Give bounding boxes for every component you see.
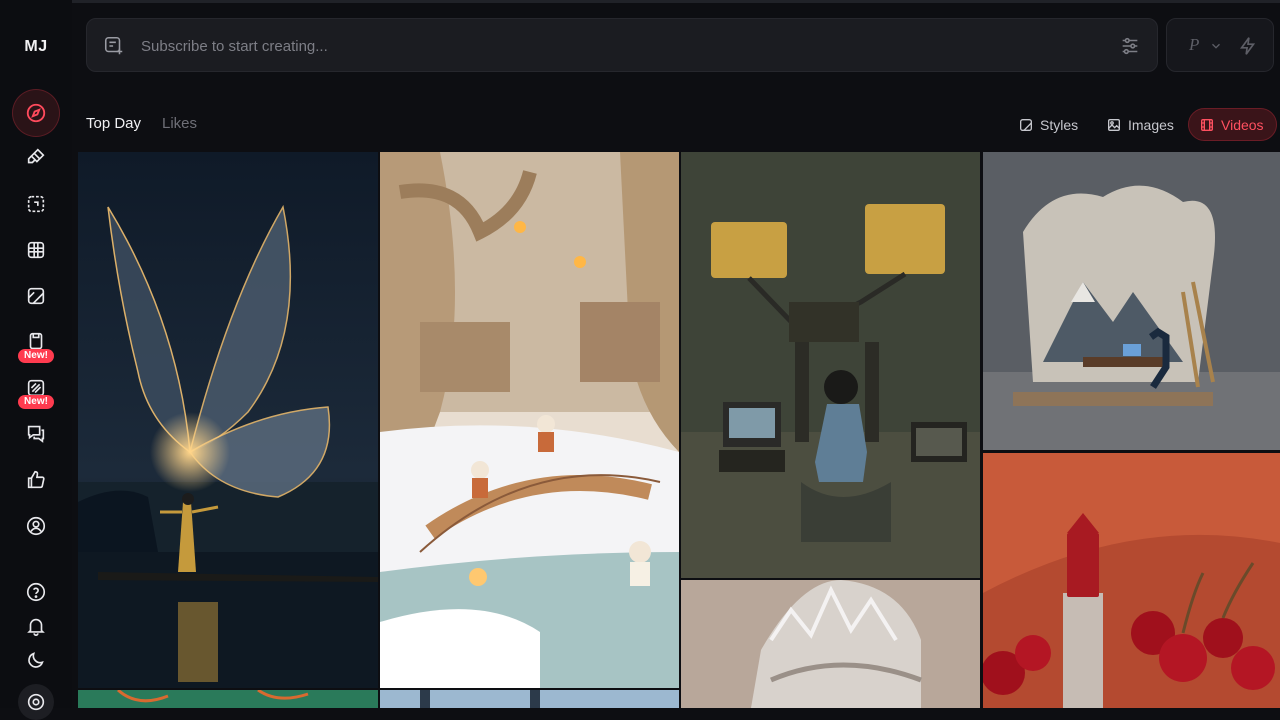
filter-styles-label: Styles	[1040, 116, 1079, 133]
help-icon	[26, 582, 46, 602]
sidebar: MJ New! New!	[0, 0, 72, 720]
mode-selector[interactable]: P	[1166, 18, 1274, 72]
gallery-item-butterfly[interactable]	[78, 152, 378, 688]
chevron-down-icon	[1212, 43, 1220, 49]
sidebar-item-theme[interactable]	[12, 640, 60, 680]
gallery-item-crown[interactable]	[681, 580, 980, 708]
snow-village-image	[380, 152, 679, 688]
image-icon	[1108, 118, 1120, 131]
film-icon	[1201, 118, 1213, 131]
new-badge: New!	[18, 349, 54, 363]
sidebar-item-settings[interactable]	[18, 684, 54, 720]
sidebar-item-profile[interactable]	[12, 506, 60, 546]
sidebar-item-organize[interactable]	[12, 230, 60, 270]
tab-likes[interactable]: Likes	[162, 115, 197, 132]
crown-image	[681, 580, 980, 708]
sliders-icon[interactable]	[1119, 35, 1141, 57]
filter-styles-button[interactable]: Styles	[1008, 108, 1090, 141]
sidebar-item-likes[interactable]	[12, 460, 60, 500]
gallery-item-window[interactable]	[380, 690, 679, 708]
filter-videos-button[interactable]: Videos	[1188, 108, 1277, 141]
tab-top-day[interactable]: Top Day	[86, 115, 141, 132]
bell-icon	[27, 618, 45, 636]
moon-icon	[28, 652, 44, 668]
sidebar-item-edit[interactable]	[12, 184, 60, 224]
sidebar-item-style-creator[interactable]	[12, 276, 60, 316]
gallery-item-cloud-mountain[interactable]	[983, 152, 1280, 450]
lipstick-image	[983, 453, 1280, 708]
add-image-icon[interactable]	[103, 35, 125, 57]
brush-icon	[27, 148, 45, 164]
window-image	[380, 690, 679, 708]
style-book-icon	[27, 287, 45, 305]
settings-icon	[27, 693, 45, 711]
filter-videos-label: Videos	[1221, 116, 1264, 133]
gallery-item-lipstick[interactable]	[983, 453, 1280, 708]
gallery-item-robot-typewriter[interactable]	[681, 152, 980, 578]
globe-grid-icon	[27, 241, 45, 259]
user-circle-icon	[26, 516, 46, 536]
logo[interactable]: MJ	[0, 38, 72, 56]
compass-icon	[26, 103, 46, 123]
sidebar-item-chat[interactable]	[12, 413, 60, 453]
foliage-image	[78, 690, 378, 708]
butterfly-image	[78, 152, 378, 688]
new-badge: New!	[18, 395, 54, 409]
sidebar-item-create[interactable]	[12, 137, 60, 177]
mode-letter: P	[1189, 35, 1200, 54]
window-top-edge	[0, 0, 1280, 3]
filter-images-label: Images	[1128, 116, 1174, 133]
prompt-bar	[86, 18, 1158, 72]
chat-icon	[27, 425, 45, 443]
cloud-mountain-image	[983, 152, 1280, 450]
gallery-item-foliage[interactable]	[78, 690, 378, 708]
thumbs-up-icon	[27, 470, 45, 489]
prompt-input[interactable]	[141, 31, 1101, 61]
filter-images-button[interactable]: Images	[1096, 108, 1186, 141]
robot-typewriter-image	[681, 152, 980, 578]
style-book-icon	[1020, 118, 1032, 131]
gallery-item-snow-village[interactable]	[380, 152, 679, 688]
sidebar-item-explore[interactable]	[12, 89, 60, 137]
lightning-icon[interactable]	[1237, 35, 1259, 57]
edit-image-icon	[27, 195, 45, 213]
